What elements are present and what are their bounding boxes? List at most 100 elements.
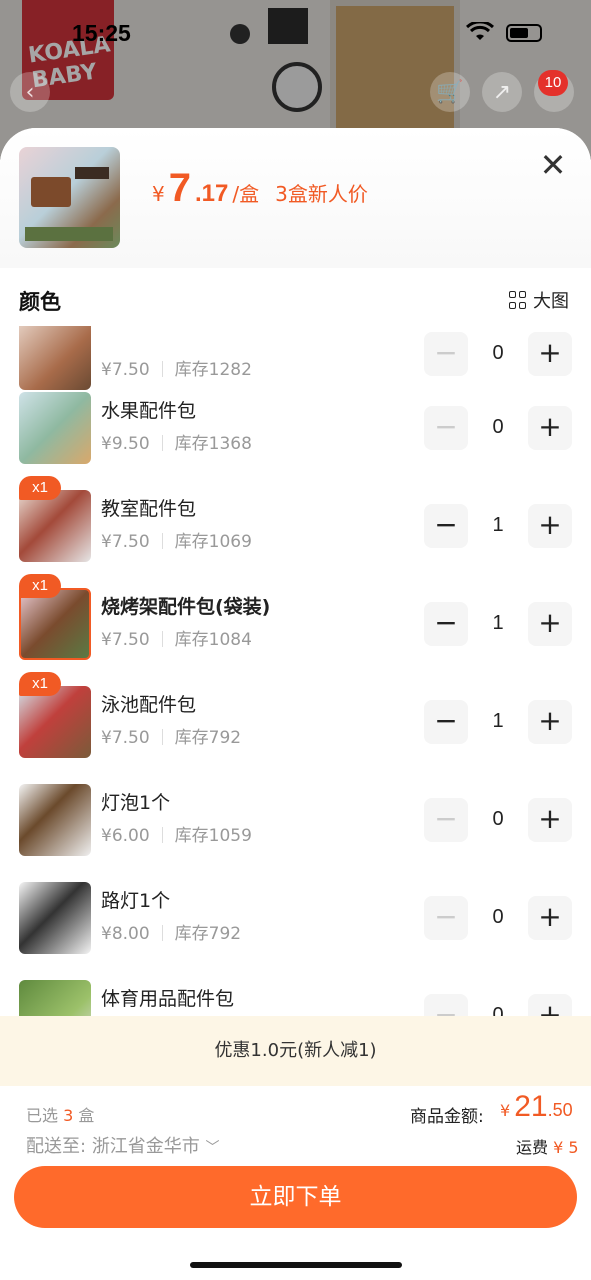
quantity-badge: x1	[19, 672, 61, 696]
selected-number: 3	[63, 1106, 74, 1125]
variant-row[interactable]: x1 泳池配件包 ¥7.50 库存792 − 1 +	[0, 672, 591, 784]
product-thumbnail[interactable]	[19, 147, 120, 248]
variant-stock: 库存1368	[174, 434, 252, 454]
status-bar: 15:25	[0, 0, 591, 64]
increase-button[interactable]: +	[528, 700, 572, 744]
big-image-label: 大图	[533, 291, 569, 312]
variant-thumbnail[interactable]	[19, 490, 91, 562]
variant-thumbnail[interactable]	[19, 686, 91, 758]
variant-stock: 库存1059	[174, 826, 252, 846]
variant-name: 泳池配件包	[101, 694, 197, 716]
total-integer: 21	[514, 1090, 548, 1123]
variant-price: ¥9.50	[101, 434, 150, 454]
discount-banner: 优惠1.0元(新人减1)	[0, 1016, 591, 1086]
decrease-button[interactable]: −	[424, 504, 468, 548]
decrease-button[interactable]: −	[424, 332, 468, 376]
place-order-button[interactable]: 立即下单	[14, 1166, 577, 1228]
decrease-button[interactable]: −	[424, 406, 468, 450]
ship-to[interactable]: 配送至: 浙江省金华市 ﹀	[26, 1132, 220, 1158]
chevron-left-icon: ‹	[25, 79, 35, 105]
variant-thumbnail[interactable]	[19, 392, 91, 464]
variant-name: 烧烤架配件包(袋装)	[101, 596, 271, 618]
increase-button[interactable]: +	[528, 798, 572, 842]
variant-thumbnail[interactable]	[19, 784, 91, 856]
quantity-value: 0	[492, 342, 504, 364]
grid-icon	[509, 291, 527, 309]
back-button[interactable]: ‹	[10, 72, 50, 112]
variant-name: 路灯1个	[101, 890, 171, 912]
selected-count: 已选 3 盒	[26, 1102, 94, 1126]
decrease-button[interactable]: −	[424, 896, 468, 940]
variant-row[interactable]: 体育用品配件包 − 0 +	[0, 980, 591, 1016]
variant-stock: 库存792	[174, 924, 242, 944]
big-image-toggle[interactable]: 大图	[509, 287, 569, 313]
home-indicator	[190, 1262, 402, 1268]
variant-name: 水果配件包	[101, 400, 197, 422]
decrease-button[interactable]: −	[424, 994, 468, 1016]
quantity-badge: x1	[19, 476, 61, 500]
selected-prefix: 已选	[26, 1106, 59, 1125]
chevron-down-icon: ﹀	[205, 1140, 220, 1156]
quantity-value: 0	[492, 906, 504, 928]
variant-thumbnail[interactable]	[19, 588, 91, 660]
variant-thumbnail[interactable]	[19, 326, 91, 390]
increase-button[interactable]: +	[528, 896, 572, 940]
price-unit: /盒	[232, 182, 260, 206]
quantity-badge: x1	[19, 574, 61, 598]
variant-row[interactable]: 灯泡1个 ¥6.00 库存1059 − 0 +	[0, 784, 591, 882]
variant-row[interactable]: 路灯1个 ¥8.00 库存792 − 0 +	[0, 882, 591, 980]
variant-meta: ¥7.50 库存1282	[101, 355, 252, 380]
variant-thumbnail[interactable]	[19, 980, 91, 1016]
variant-price: ¥7.50	[101, 360, 150, 380]
total-amount: ¥ 21 .50	[500, 1090, 573, 1124]
variant-price: ¥7.50	[101, 728, 150, 748]
close-button[interactable]: ✕	[538, 149, 568, 181]
freight: 运费 ¥ 5	[516, 1134, 579, 1158]
variant-thumbnail[interactable]	[19, 882, 91, 954]
cart-button[interactable]: 🛒	[430, 72, 470, 112]
variant-list[interactable]: ¥7.50 库存1282 − 0 + 水果配件包 ¥9.50 库存1368 − 0 + x1 教室配件包…	[0, 326, 591, 1016]
price-decimal: .17	[194, 180, 229, 207]
variant-stock: 库存1069	[174, 532, 252, 552]
close-icon: ✕	[539, 146, 567, 184]
quantity-value: 1	[492, 514, 504, 536]
section-title: 颜色	[19, 290, 61, 314]
ship-location: 浙江省金华市	[91, 1136, 200, 1157]
sheet-header: ¥ 7 .17 /盒 3盒新人价 ✕	[0, 128, 591, 268]
variant-stock: 库存792	[174, 728, 242, 748]
variant-meta: ¥7.50 库存1084	[101, 625, 252, 650]
variant-meta: ¥7.50 库存792	[101, 723, 241, 748]
increase-button[interactable]: +	[528, 406, 572, 450]
sku-sheet: ¥ 7 .17 /盒 3盒新人价 ✕ 颜色 大图 ¥7.50 库存1282−0 + 水…	[0, 128, 591, 1280]
share-icon: ↗	[492, 79, 512, 105]
cart-icon: 🛒	[436, 79, 464, 105]
variant-row[interactable]: x1 教室配件包 ¥7.50 库存1069 − 1 +	[0, 476, 591, 588]
promo-label: 3盒新人价	[275, 182, 368, 206]
decrease-button[interactable]: −	[424, 798, 468, 842]
variant-name: 体育用品配件包	[101, 988, 235, 1010]
variant-price: ¥7.50	[101, 630, 150, 650]
quantity-value: 0	[492, 808, 504, 830]
battery-icon	[506, 24, 542, 42]
quantity-value: 0	[492, 416, 504, 438]
variant-meta: ¥6.00 库存1059	[101, 821, 252, 846]
increase-button[interactable]: +	[528, 602, 572, 646]
decrease-button[interactable]: −	[424, 700, 468, 744]
variant-name: 灯泡1个	[101, 792, 171, 814]
status-time: 15:25	[72, 20, 131, 46]
variant-price: ¥8.00	[101, 924, 150, 944]
variant-row[interactable]: 水果配件包 ¥9.50 库存1368 − 0 +	[0, 392, 591, 490]
increase-button[interactable]: +	[528, 332, 572, 376]
wifi-icon	[466, 22, 494, 40]
variant-row[interactable]: x1 烧烤架配件包(袋装) ¥7.50 库存1084 − 1 +	[0, 574, 591, 686]
total-label: 商品金额:	[410, 1107, 484, 1127]
total-currency: ¥	[500, 1101, 511, 1120]
price-display: ¥ 7 .17 /盒 3盒新人价	[152, 166, 368, 211]
share-button[interactable]: ↗	[482, 72, 522, 112]
increase-button[interactable]: +	[528, 504, 572, 548]
total-decimal: .50	[547, 1100, 573, 1120]
freight-label: 运费	[516, 1138, 549, 1157]
decrease-button[interactable]: −	[424, 602, 468, 646]
increase-button[interactable]: +	[528, 994, 572, 1016]
ship-label: 配送至:	[26, 1136, 87, 1157]
